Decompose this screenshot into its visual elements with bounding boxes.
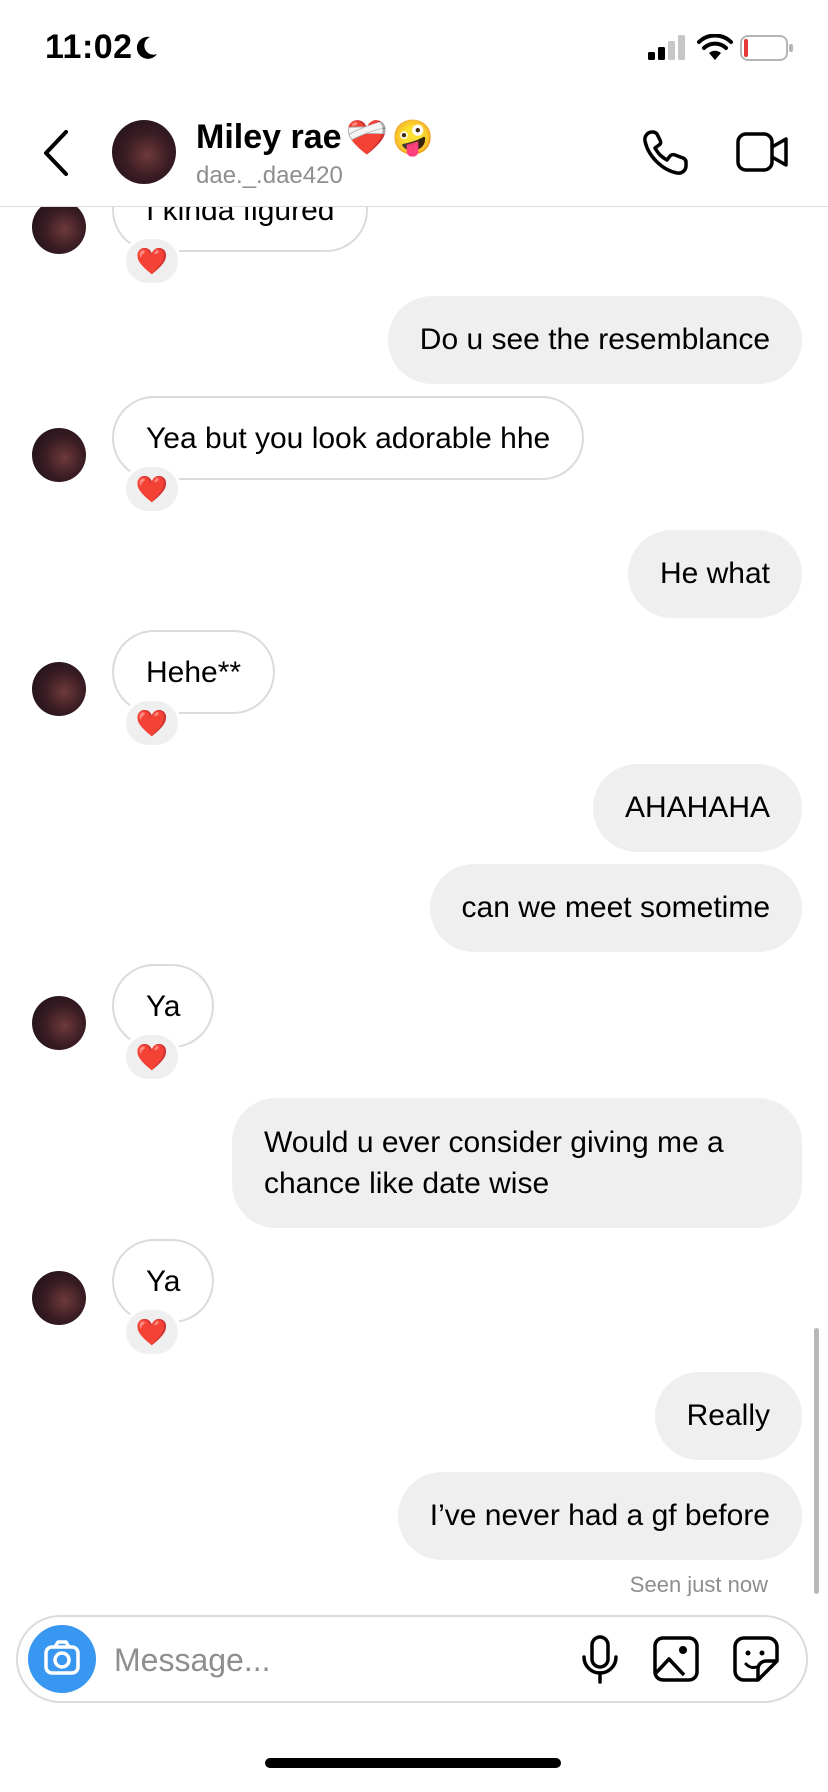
outgoing-message[interactable]: AHAHAHA <box>592 764 802 852</box>
outgoing-message[interactable]: He what <box>627 530 802 618</box>
sender-avatar <box>32 996 86 1050</box>
sender-avatar <box>32 662 86 716</box>
outgoing-message[interactable]: Do u see the resemblance <box>387 296 802 384</box>
camera-icon <box>44 1640 80 1675</box>
outgoing-message[interactable]: Really <box>654 1372 802 1460</box>
gallery-icon[interactable] <box>652 1635 700 1683</box>
microphone-icon[interactable] <box>578 1635 622 1685</box>
contact-name[interactable]: Miley rae ❤️‍🩹 🤪 <box>196 118 434 157</box>
heart-reaction[interactable]: ❤️ <box>123 1307 181 1357</box>
zany-face-emoji: 🤪 <box>391 118 435 157</box>
message-input[interactable] <box>112 1631 556 1689</box>
seen-status: Seen just now <box>629 1572 768 1596</box>
home-indicator[interactable] <box>265 1758 561 1768</box>
incoming-message[interactable]: Yea but you look adorable hhe <box>112 396 585 480</box>
battery-icon <box>740 35 793 61</box>
signal-icon <box>648 35 685 60</box>
sender-avatar <box>32 1271 86 1325</box>
heart-reaction[interactable]: ❤️ <box>123 1032 181 1082</box>
heart-reaction[interactable]: ❤️ <box>123 236 181 286</box>
contact-username: dae._.dae420 <box>196 162 343 189</box>
moon-icon <box>136 36 157 59</box>
scrollbar[interactable] <box>814 1328 819 1594</box>
sender-avatar <box>32 206 86 254</box>
heart-reaction[interactable]: ❤️ <box>123 464 181 514</box>
sender-avatar <box>32 428 86 482</box>
phone-call-icon[interactable] <box>640 128 690 178</box>
camera-button[interactable] <box>28 1625 96 1693</box>
message-thread[interactable]: I kinda figured ❤️ Do u see the resembla… <box>0 206 828 1596</box>
status-time: 11:02 <box>45 28 133 66</box>
status-bar: 11:02 <box>0 0 828 100</box>
wifi-icon <box>697 34 733 60</box>
outgoing-message[interactable]: can we meet sometime <box>429 864 802 952</box>
back-arrow-icon[interactable] <box>38 126 74 180</box>
contact-avatar[interactable] <box>112 120 176 184</box>
contact-name-text: Miley rae <box>196 118 342 156</box>
mending-heart-emoji: ❤️‍🩹 <box>345 118 388 157</box>
outgoing-message[interactable]: I’ve never had a gf before <box>397 1472 802 1560</box>
heart-reaction[interactable]: ❤️ <box>123 698 181 748</box>
sticker-icon[interactable] <box>732 1635 780 1683</box>
message-composer <box>16 1615 808 1703</box>
video-call-icon[interactable] <box>736 130 790 174</box>
chat-header: Miley rae ❤️‍🩹 🤪 dae._.dae420 <box>0 100 828 207</box>
outgoing-message[interactable]: Would u ever consider giving me a chance… <box>232 1098 802 1228</box>
